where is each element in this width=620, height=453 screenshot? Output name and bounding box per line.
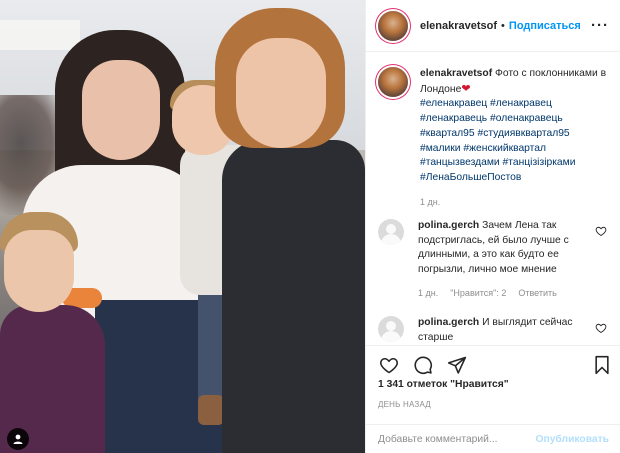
comment-time[interactable]: 1 дн. — [418, 288, 438, 298]
add-comment-bar: Опубликовать — [366, 424, 620, 453]
post-actions: 1 341 отметок "Нравится" ДЕНЬ НАЗАД Опуб… — [366, 345, 620, 453]
post-details-panel: elenakravetsof • Подписаться ··· elenakr… — [365, 0, 620, 453]
comment-body: polina.gerch Зачем Лена так подстриглась… — [418, 219, 588, 298]
comment-item: polina.gerch Зачем Лена так подстриглась… — [378, 219, 613, 298]
post-date[interactable]: ДЕНЬ НАЗАД — [378, 400, 431, 409]
paper-plane-icon — [447, 356, 467, 374]
comment-meta: 1 дн. "Нравится": 2 Ответить — [418, 288, 588, 298]
comment-item: polina.gerch И выглядит сейчас старше — [378, 316, 613, 345]
comment-like-heart-icon[interactable] — [595, 322, 607, 334]
post-header: elenakravetsof • Подписаться ··· — [366, 0, 620, 52]
comment-text: polina.gerch И выглядит сейчас старше — [418, 316, 588, 345]
caption-text: elenakravetsof Фото с поклонниками в Лон… — [420, 67, 610, 97]
caption-hashtags[interactable]: #еленакравец #ленакравец #ленакравець #о… — [420, 97, 610, 185]
default-avatar-body-icon — [381, 234, 401, 245]
header-separator: • — [501, 19, 505, 32]
default-avatar-body-icon — [381, 331, 401, 342]
tagged-users-button[interactable] — [7, 428, 29, 450]
share-button[interactable] — [446, 354, 468, 376]
default-avatar-head-icon — [386, 224, 396, 234]
comments-list[interactable]: elenakravetsof Фото с поклонниками в Лон… — [366, 53, 620, 345]
avatar[interactable] — [378, 10, 408, 41]
photo-woman-right-shirt — [222, 140, 365, 453]
publish-button[interactable]: Опубликовать — [535, 434, 609, 445]
post-caption: elenakravetsof Фото с поклонниками в Лон… — [378, 67, 613, 207]
follow-button[interactable]: Подписаться — [509, 20, 581, 32]
heart-emoji-icon: ❤ — [461, 82, 471, 95]
caption-avatar[interactable] — [378, 67, 408, 97]
bookmark-icon — [595, 355, 609, 375]
comment-bubble-icon — [414, 356, 433, 375]
comment-input[interactable] — [378, 434, 528, 445]
save-button[interactable] — [591, 354, 613, 376]
header-username[interactable]: elenakravetsof — [420, 20, 497, 32]
comment-like-heart-icon[interactable] — [595, 225, 607, 237]
comment-button[interactable] — [412, 354, 434, 376]
action-icons — [378, 352, 613, 378]
heart-icon — [380, 357, 398, 374]
photo-woman-left-face — [82, 60, 160, 160]
comment-reply-button[interactable]: Ответить — [518, 288, 556, 298]
photo-ceiling-light — [0, 20, 80, 50]
comment-body: polina.gerch И выглядит сейчас старше — [418, 316, 588, 345]
comment-username[interactable]: polina.gerch — [418, 220, 479, 231]
post-photo[interactable] — [0, 0, 365, 453]
comment-text: polina.gerch Зачем Лена так подстриглась… — [418, 219, 588, 278]
photo-toddler-shoe — [198, 395, 224, 425]
caption-time[interactable]: 1 дн. — [420, 197, 610, 207]
default-avatar-head-icon — [386, 321, 396, 331]
comment-avatar[interactable] — [378, 219, 404, 245]
user-icon — [13, 434, 23, 444]
caption-username[interactable]: elenakravetsof — [420, 68, 492, 79]
photo-woman-right-face — [236, 38, 326, 148]
likes-count[interactable]: 1 341 отметок "Нравится" — [378, 379, 509, 390]
caption-body: elenakravetsof Фото с поклонниками в Лон… — [420, 67, 610, 207]
comment-username[interactable]: polina.gerch — [418, 317, 479, 328]
comment-likes[interactable]: "Нравится": 2 — [450, 288, 506, 298]
photo-boy-face — [4, 230, 74, 312]
more-options-icon[interactable]: ··· — [591, 17, 609, 34]
comment-avatar[interactable] — [378, 316, 404, 342]
like-button[interactable] — [378, 354, 400, 376]
